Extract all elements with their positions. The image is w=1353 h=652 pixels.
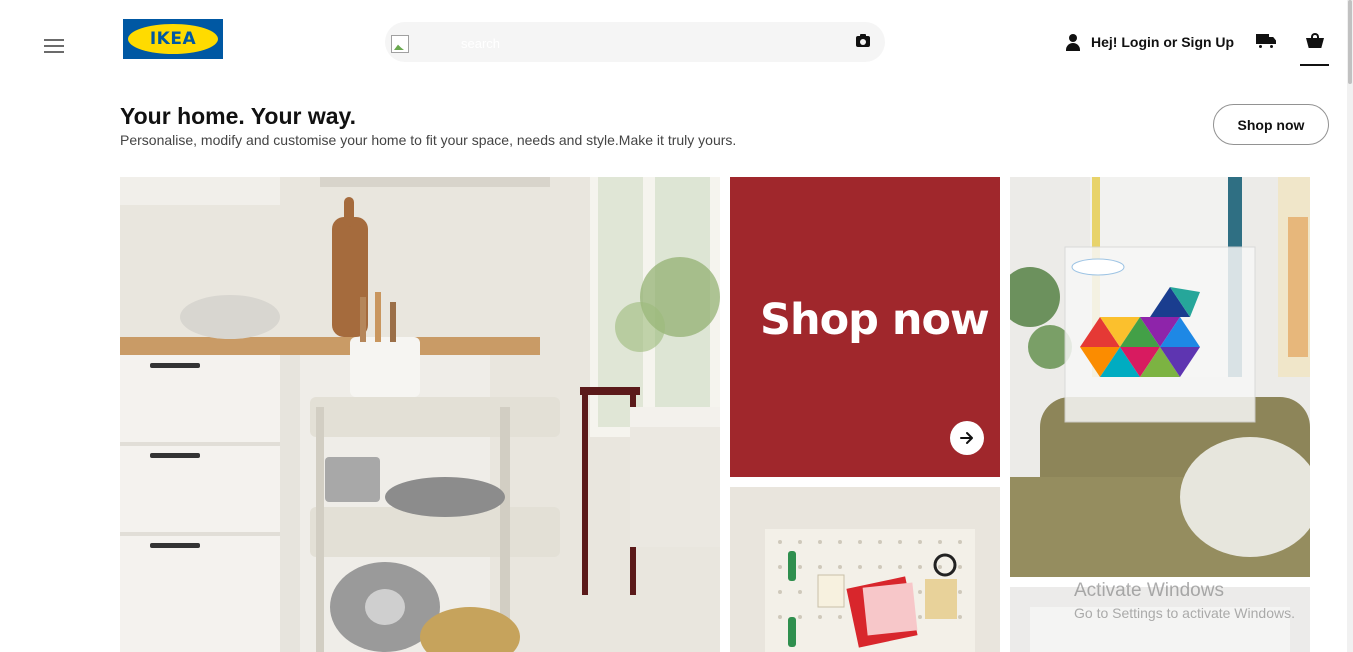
login-link[interactable]: Hej! Login or Sign Up [1065, 31, 1234, 53]
camera-icon[interactable] [856, 34, 870, 47]
pegboard-image[interactable] [730, 487, 1000, 652]
user-icon [1065, 33, 1081, 51]
basket-active-indicator [1300, 64, 1329, 66]
sofa-storage-box-image[interactable] [1010, 177, 1310, 577]
scrollbar-thumb[interactable] [1348, 0, 1352, 84]
search-bar [385, 22, 885, 62]
logo-text: IKEA [149, 29, 197, 49]
hero-title: Your home. Your way. [120, 103, 357, 129]
site-header: IKEA Hej! Login or Sign Up [0, 0, 1353, 90]
promo-label: Shop now [760, 295, 990, 345]
hero-subtitle: Personalise, modify and customise your h… [120, 132, 737, 148]
kitchen-trolley-image[interactable] [120, 177, 720, 652]
arrow-right-icon[interactable] [950, 421, 984, 455]
interior-image[interactable] [1010, 587, 1310, 652]
image-icon [391, 35, 409, 53]
truck-icon[interactable] [1256, 33, 1277, 49]
shop-now-promo-tile[interactable]: Shop now [730, 177, 1000, 477]
scrollbar[interactable] [1347, 0, 1353, 652]
menu-icon[interactable] [44, 39, 64, 53]
shop-now-button[interactable]: Shop now [1213, 104, 1329, 145]
basket-icon[interactable] [1306, 33, 1324, 48]
ikea-logo[interactable]: IKEA [123, 19, 223, 59]
search-input[interactable] [461, 32, 841, 54]
login-label: Hej! Login or Sign Up [1091, 34, 1235, 50]
